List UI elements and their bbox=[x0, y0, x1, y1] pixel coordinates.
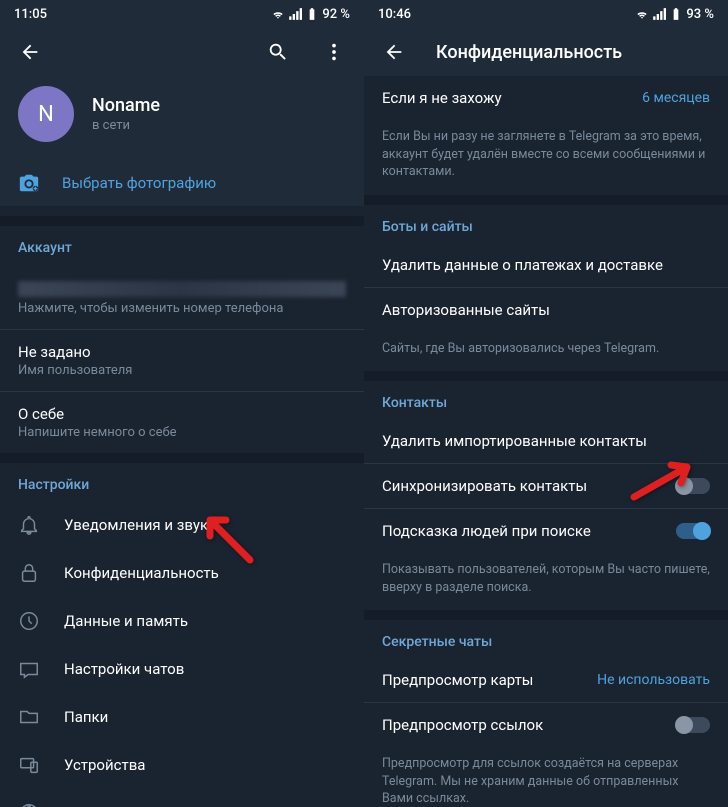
choose-photo-label: Выбрать фотографию bbox=[62, 174, 216, 192]
battery-text: 92 % bbox=[322, 7, 350, 22]
link-preview-toggle[interactable] bbox=[676, 717, 710, 733]
data-label: Данные и память bbox=[64, 612, 188, 630]
authorized-row[interactable]: Авторизованные сайты bbox=[364, 288, 728, 332]
clock: 11:05 bbox=[14, 7, 47, 22]
authorized-label: Авторизованные сайты bbox=[382, 301, 550, 319]
status-bar: 11:05 92 % bbox=[0, 0, 364, 28]
wifi-icon bbox=[635, 7, 649, 21]
globe-icon bbox=[18, 802, 40, 807]
inactive-value: 6 месяцев bbox=[642, 90, 710, 106]
battery-icon bbox=[305, 7, 319, 21]
suggest-label: Подсказка людей при поиске bbox=[382, 522, 591, 540]
status-icons: 92 % bbox=[271, 7, 350, 22]
sync-label: Синхронизировать контакты bbox=[382, 477, 587, 495]
back-button[interactable] bbox=[376, 34, 412, 70]
language-row[interactable]: Язык bbox=[0, 789, 364, 807]
payments-label: Удалить данные о платежах и доставке bbox=[382, 256, 663, 274]
username-row[interactable]: Не задано Имя пользователя bbox=[0, 330, 364, 391]
suggest-row[interactable]: Подсказка людей при поиске bbox=[364, 509, 728, 553]
profile-status: в сети bbox=[92, 118, 160, 133]
inactive-info: Если Вы ни разу не заглянете в Telegram … bbox=[364, 120, 728, 195]
notifications-label: Уведомления и звук bbox=[64, 516, 208, 534]
more-button[interactable] bbox=[316, 34, 352, 70]
username-value: Не задано bbox=[18, 343, 346, 361]
suggest-toggle[interactable] bbox=[676, 523, 710, 539]
bell-icon bbox=[18, 514, 40, 536]
back-button[interactable] bbox=[12, 34, 48, 70]
page-title: Конфиденциальность bbox=[436, 42, 716, 63]
devices-label: Устройства bbox=[64, 756, 145, 774]
arrow-left-icon bbox=[383, 41, 405, 63]
chat-settings-row[interactable]: Настройки чатов bbox=[0, 645, 364, 693]
sync-toggle[interactable] bbox=[676, 478, 710, 494]
choose-photo-row[interactable]: Выбрать фотографию bbox=[0, 160, 364, 206]
profile-block[interactable]: N Noname в сети bbox=[0, 76, 364, 160]
delete-imported-label: Удалить импортированные контакты bbox=[382, 432, 647, 450]
data-icon bbox=[18, 610, 40, 632]
camera-icon bbox=[18, 172, 40, 194]
status-icons: 93 % bbox=[635, 7, 714, 22]
signal-icon bbox=[652, 7, 666, 21]
link-preview-label: Предпросмотр ссылок bbox=[382, 716, 543, 734]
signal-icon bbox=[288, 7, 302, 21]
bots-header: Боты и сайты bbox=[364, 205, 728, 243]
about-row[interactable]: О себе Напишите немного о себе bbox=[0, 392, 364, 453]
secret-header: Секретные чаты bbox=[364, 620, 728, 658]
lock-icon bbox=[18, 562, 40, 584]
profile-info: Noname в сети bbox=[92, 95, 160, 133]
notifications-row[interactable]: Уведомления и звук bbox=[0, 501, 364, 549]
arrow-left-icon bbox=[19, 41, 41, 63]
more-vert-icon bbox=[323, 41, 345, 63]
privacy-screen: 10:46 93 % Конфиденциальность Если я не … bbox=[364, 0, 728, 807]
wifi-icon bbox=[271, 7, 285, 21]
inactive-row[interactable]: Если я не захожу 6 месяцев bbox=[364, 76, 728, 120]
profile-name: Noname bbox=[92, 95, 160, 116]
header: Конфиденциальность bbox=[364, 28, 728, 76]
payments-row[interactable]: Удалить данные о платежах и доставке bbox=[364, 243, 728, 287]
devices-row[interactable]: Устройства bbox=[0, 741, 364, 789]
settings-header: Настройки bbox=[0, 463, 364, 501]
bots-info: Сайты, где Вы авторизовались через Teleg… bbox=[364, 332, 728, 372]
map-preview-row[interactable]: Предпросмотр карты Не использовать bbox=[364, 658, 728, 702]
settings-screen: 11:05 92 % N Noname в сети Выбрать фотог… bbox=[0, 0, 364, 807]
bots-section: Боты и сайты Удалить данные о платежах и… bbox=[364, 205, 728, 372]
sync-contacts-row[interactable]: Синхронизировать контакты bbox=[364, 464, 728, 508]
contacts-section: Контакты Удалить импортированные контакт… bbox=[364, 381, 728, 610]
phone-hint: Нажмите, чтобы изменить номер телефона bbox=[18, 301, 346, 316]
privacy-label: Конфиденциальность bbox=[64, 564, 219, 582]
account-section: Аккаунт Нажмите, чтобы изменить номер те… bbox=[0, 226, 364, 453]
about-label: О себе bbox=[18, 405, 346, 423]
folder-icon bbox=[18, 706, 40, 728]
avatar[interactable]: N bbox=[18, 86, 74, 142]
map-preview-value: Не использовать bbox=[597, 672, 710, 688]
header bbox=[0, 28, 364, 76]
secret-info: Предпросмотр для ссылок создаётся на сер… bbox=[364, 747, 728, 807]
search-button[interactable] bbox=[260, 34, 296, 70]
settings-section: Настройки Уведомления и звук Конфиденциа… bbox=[0, 463, 364, 807]
map-preview-label: Предпросмотр карты bbox=[382, 671, 533, 689]
link-preview-row[interactable]: Предпросмотр ссылок bbox=[364, 703, 728, 747]
status-bar: 10:46 93 % bbox=[364, 0, 728, 28]
account-header: Аккаунт bbox=[0, 226, 364, 264]
username-hint: Имя пользователя bbox=[18, 363, 346, 378]
secret-section: Секретные чаты Предпросмотр карты Не исп… bbox=[364, 620, 728, 807]
data-row[interactable]: Данные и память bbox=[0, 597, 364, 645]
battery-text: 93 % bbox=[686, 7, 714, 22]
clock: 10:46 bbox=[378, 7, 411, 22]
devices-icon bbox=[18, 754, 40, 776]
folders-label: Папки bbox=[64, 708, 108, 726]
chat-icon bbox=[18, 658, 40, 680]
search-icon bbox=[267, 41, 289, 63]
battery-icon bbox=[669, 7, 683, 21]
privacy-row[interactable]: Конфиденциальность bbox=[0, 549, 364, 597]
chat-settings-label: Настройки чатов bbox=[64, 660, 184, 678]
inactive-label: Если я не захожу bbox=[382, 89, 502, 107]
contacts-info: Показывать пользователей, которым Вы час… bbox=[364, 553, 728, 610]
contacts-header: Контакты bbox=[364, 381, 728, 419]
folders-row[interactable]: Папки bbox=[0, 693, 364, 741]
phone-blurred bbox=[18, 281, 346, 297]
delete-imported-row[interactable]: Удалить импортированные контакты bbox=[364, 419, 728, 463]
about-hint: Напишите немного о себе bbox=[18, 425, 346, 440]
phone-row[interactable]: Нажмите, чтобы изменить номер телефона bbox=[0, 264, 364, 329]
